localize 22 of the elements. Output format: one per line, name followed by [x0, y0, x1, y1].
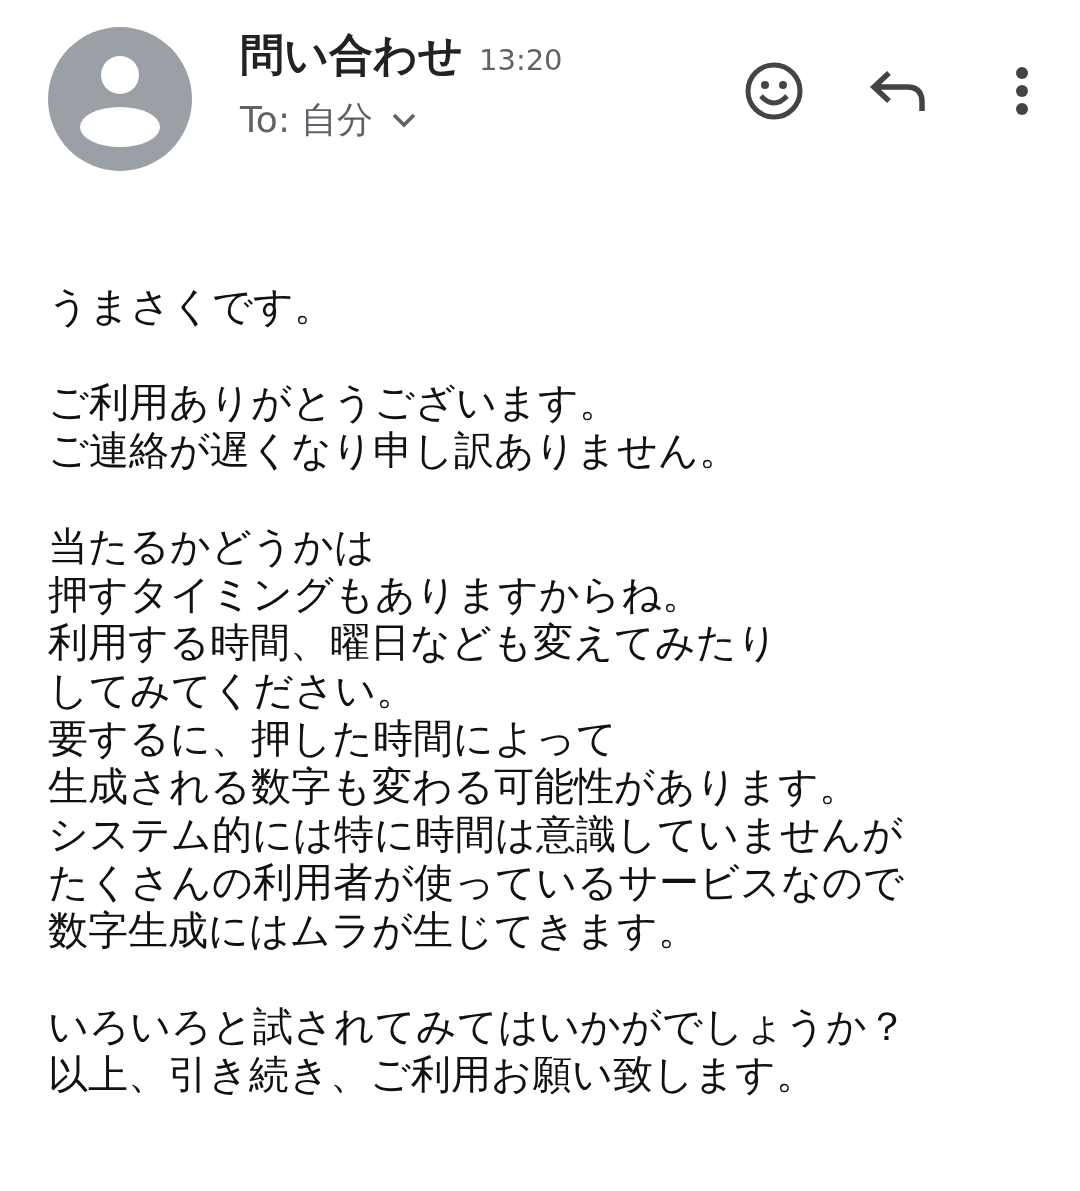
message-line: 要するに、押した時間によって [48, 714, 617, 762]
message-line: 押すタイミングもありますからね。 [48, 570, 702, 618]
recipient-toggle[interactable]: To: 自分 [240, 97, 742, 143]
reply-icon [869, 69, 927, 113]
chevron-down-icon [391, 112, 418, 128]
email-time: 13:20 [479, 43, 563, 77]
message-line: してみてください。 [48, 666, 416, 714]
message-line: ご連絡が遅くなり申し訳ありません。 [48, 426, 739, 474]
message-line: うまさくです。 [48, 282, 334, 330]
email-subject: 問い合わせ [240, 28, 463, 82]
avatar-icon [48, 27, 192, 171]
more-icon [1015, 66, 1029, 116]
message-line: 当たるかどうかは [48, 522, 375, 570]
message-line: いろいろと試されてみてはいかがでしょうか？ [48, 1002, 907, 1050]
message-line: ご利用ありがとうございます。 [48, 378, 619, 426]
message-line: 以上、引き続き、ご利用お願い致します。 [48, 1050, 816, 1098]
message-line: 生成される数字も変わる可能性があります。 [48, 762, 859, 810]
message-line: たくさんの利用者が使っているサービスなので [48, 858, 904, 906]
message-line: 利用する時間、曜日なども変えてみたり [48, 618, 778, 666]
smiley-icon [744, 61, 804, 121]
message-line: 数字生成にはムラが生じてきます。 [48, 906, 698, 954]
message-line: システム的には特に時間は意識していませんが [48, 810, 903, 858]
